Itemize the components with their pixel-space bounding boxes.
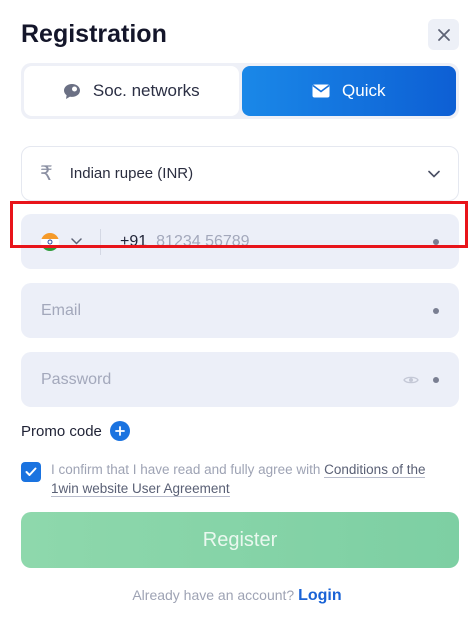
close-button[interactable] (428, 19, 459, 50)
promo-code-label: Promo code (21, 422, 102, 440)
tab-quick[interactable]: Quick (241, 66, 456, 116)
page-title: Registration (21, 20, 167, 48)
divider (100, 228, 101, 255)
agreement-row: I confirm that I have read and fully agr… (21, 460, 451, 498)
chevron-down-icon (428, 170, 440, 178)
envelope-icon (312, 84, 330, 98)
rupee-icon: ₹ (40, 163, 53, 185)
check-icon (25, 467, 37, 476)
login-prompt-row: Already have an account? Login (0, 587, 474, 605)
agreement-checkbox[interactable] (21, 462, 41, 482)
phone-field: +91 (21, 214, 459, 269)
phone-input[interactable] (156, 232, 419, 251)
password-input[interactable] (41, 370, 403, 389)
password-field (21, 352, 459, 407)
currency-label: Indian rupee (INR) (69, 165, 194, 182)
email-field (21, 283, 459, 338)
register-button[interactable]: Register (21, 512, 459, 568)
chevron-down-icon (71, 238, 82, 245)
country-select[interactable] (41, 232, 82, 251)
chat-bubble-icon (63, 83, 80, 99)
phone-country-code: +91 (120, 232, 148, 250)
currency-select[interactable]: ₹ Indian rupee (INR) (21, 146, 459, 201)
required-indicator (433, 307, 439, 314)
required-indicator (433, 376, 439, 383)
login-prompt: Already have an account? (132, 587, 295, 603)
add-promo-code-button[interactable] (109, 421, 130, 441)
close-icon (437, 28, 450, 41)
agreement-text: I confirm that I have read and fully agr… (51, 460, 451, 498)
tab-label: Soc. networks (92, 81, 200, 100)
required-indicator (433, 238, 439, 245)
eye-icon[interactable] (403, 375, 419, 385)
plus-icon (114, 426, 125, 436)
registration-tabs: Soc. networks Quick (21, 63, 459, 119)
login-link[interactable]: Login (298, 587, 342, 604)
email-input[interactable] (41, 301, 419, 320)
tab-label: Quick (342, 81, 386, 100)
promo-code-row: Promo code (21, 421, 130, 441)
agreement-statement: I confirm that I have read and fully agr… (51, 462, 325, 477)
tab-soc-networks[interactable]: Soc. networks (24, 66, 239, 116)
india-flag-icon (41, 232, 59, 251)
